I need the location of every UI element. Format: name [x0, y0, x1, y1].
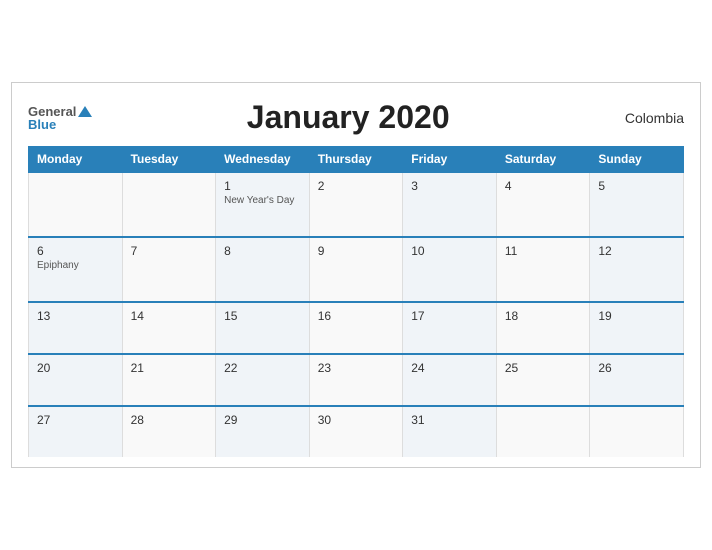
calendar-cell: 10	[403, 237, 497, 302]
calendar-cell: 28	[122, 406, 216, 457]
calendar-cell: 18	[496, 302, 590, 354]
calendar-cell: 11	[496, 237, 590, 302]
day-number: 8	[224, 244, 301, 258]
logo: General Blue	[28, 105, 92, 131]
calendar-cell: 7	[122, 237, 216, 302]
calendar-cell: 27	[29, 406, 123, 457]
day-number: 28	[131, 413, 208, 427]
calendar-cell: 4	[496, 172, 590, 237]
calendar-cell	[496, 406, 590, 457]
weekday-header-saturday: Saturday	[496, 147, 590, 173]
day-number: 31	[411, 413, 488, 427]
day-number: 11	[505, 244, 582, 258]
calendar-cell: 26	[590, 354, 684, 406]
day-number: 20	[37, 361, 114, 375]
day-number: 4	[505, 179, 582, 193]
calendar-cell: 31	[403, 406, 497, 457]
day-number: 27	[37, 413, 114, 427]
weekday-header-sunday: Sunday	[590, 147, 684, 173]
week-row-2: 6 Epiphany 7 8 9 10 11 12	[29, 237, 684, 302]
day-number: 29	[224, 413, 301, 427]
day-number: 21	[131, 361, 208, 375]
calendar-cell: 29	[216, 406, 310, 457]
day-number: 6	[37, 244, 114, 258]
weekday-header-row: MondayTuesdayWednesdayThursdayFridaySatu…	[29, 147, 684, 173]
calendar-cell: 21	[122, 354, 216, 406]
day-number: 24	[411, 361, 488, 375]
calendar-cell: 8	[216, 237, 310, 302]
calendar-cell: 17	[403, 302, 497, 354]
day-number: 14	[131, 309, 208, 323]
calendar-table: MondayTuesdayWednesdayThursdayFridaySatu…	[28, 146, 684, 457]
day-number: 2	[318, 179, 395, 193]
holiday-label: New Year's Day	[224, 195, 301, 206]
calendar-header: General Blue January 2020 Colombia	[28, 99, 684, 136]
week-row-1: 1 New Year's Day 2 3 4 5	[29, 172, 684, 237]
calendar-cell: 2	[309, 172, 403, 237]
calendar-cell: 9	[309, 237, 403, 302]
week-row-4: 20 21 22 23 24 25 26	[29, 354, 684, 406]
day-number: 10	[411, 244, 488, 258]
calendar-cell: 5	[590, 172, 684, 237]
calendar-cell: 6 Epiphany	[29, 237, 123, 302]
country-label: Colombia	[604, 110, 684, 126]
day-number: 19	[598, 309, 675, 323]
day-number: 18	[505, 309, 582, 323]
day-number: 16	[318, 309, 395, 323]
calendar-cell: 14	[122, 302, 216, 354]
calendar-cell	[590, 406, 684, 457]
calendar-cell: 30	[309, 406, 403, 457]
week-row-3: 13 14 15 16 17 18 19	[29, 302, 684, 354]
weekday-header-thursday: Thursday	[309, 147, 403, 173]
weekday-header-wednesday: Wednesday	[216, 147, 310, 173]
week-row-5: 27 28 29 30 31	[29, 406, 684, 457]
holiday-label: Epiphany	[37, 260, 114, 271]
calendar-cell: 20	[29, 354, 123, 406]
day-number: 13	[37, 309, 114, 323]
day-number: 22	[224, 361, 301, 375]
logo-blue-text: Blue	[28, 118, 92, 131]
day-number: 26	[598, 361, 675, 375]
weekday-header-monday: Monday	[29, 147, 123, 173]
logo-triangle-icon	[78, 106, 92, 117]
calendar-cell: 3	[403, 172, 497, 237]
day-number: 5	[598, 179, 675, 193]
calendar-cell: 25	[496, 354, 590, 406]
day-number: 30	[318, 413, 395, 427]
calendar-cell	[122, 172, 216, 237]
calendar-cell	[29, 172, 123, 237]
calendar-cell: 23	[309, 354, 403, 406]
day-number: 17	[411, 309, 488, 323]
weekday-header-tuesday: Tuesday	[122, 147, 216, 173]
calendar-cell: 15	[216, 302, 310, 354]
day-number: 12	[598, 244, 675, 258]
day-number: 7	[131, 244, 208, 258]
calendar-cell: 16	[309, 302, 403, 354]
calendar-cell: 22	[216, 354, 310, 406]
day-number: 9	[318, 244, 395, 258]
calendar-cell: 24	[403, 354, 497, 406]
calendar-cell: 13	[29, 302, 123, 354]
calendar-cell: 12	[590, 237, 684, 302]
day-number: 15	[224, 309, 301, 323]
day-number: 25	[505, 361, 582, 375]
calendar-cell: 1 New Year's Day	[216, 172, 310, 237]
logo-general-text: General	[28, 105, 76, 118]
day-number: 3	[411, 179, 488, 193]
weekday-header-friday: Friday	[403, 147, 497, 173]
calendar-title: January 2020	[92, 99, 604, 136]
day-number: 23	[318, 361, 395, 375]
calendar-cell: 19	[590, 302, 684, 354]
calendar-container: General Blue January 2020 Colombia Monda…	[11, 82, 701, 468]
day-number: 1	[224, 179, 301, 193]
